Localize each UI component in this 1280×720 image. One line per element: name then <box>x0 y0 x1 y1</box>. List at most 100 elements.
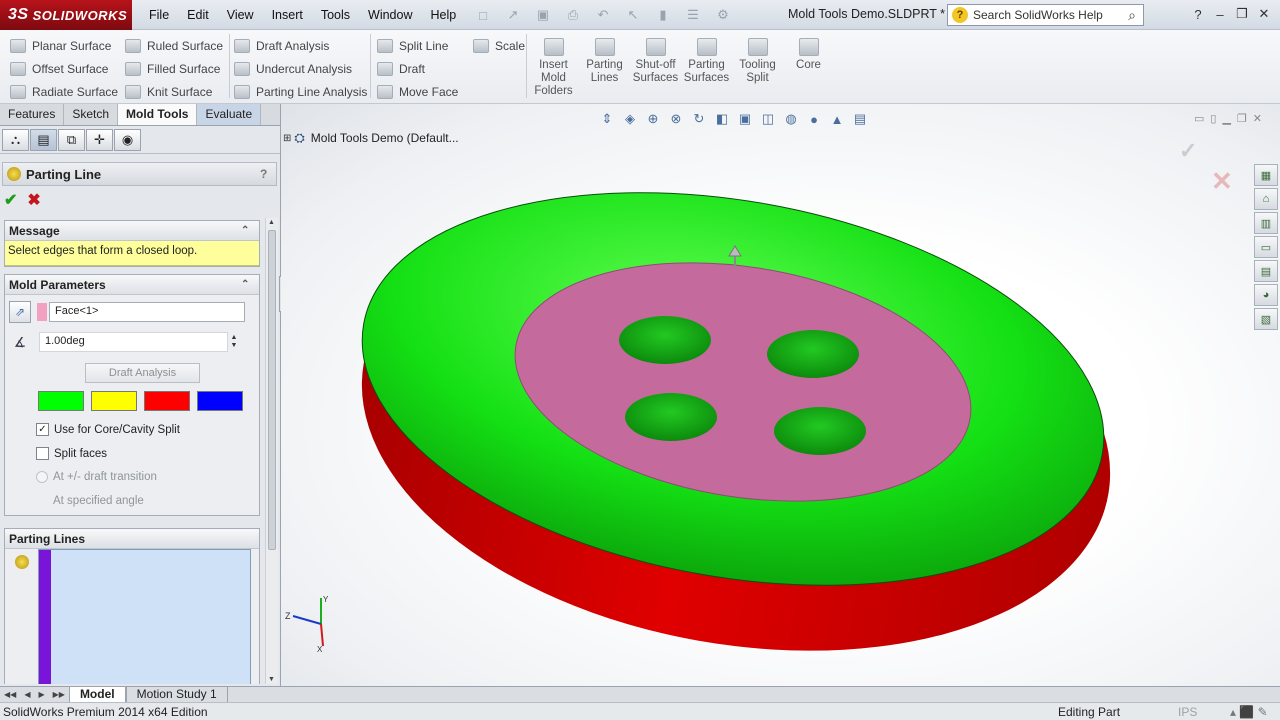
menu-tools[interactable]: Tools <box>312 8 359 22</box>
undercut-analysis-button[interactable]: Undercut Analysis <box>224 57 367 80</box>
configuration-manager-icon[interactable]: ⧉ <box>58 128 85 151</box>
draft-analysis-button[interactable]: Draft Analysis <box>224 34 367 57</box>
help-icon[interactable]: ? <box>260 167 276 181</box>
draft-angle-field[interactable]: 1.00deg <box>39 332 228 352</box>
graphics-area[interactable]: ⊞ ⛭ Mold Tools Demo (Default... ⇕ ◈ ⊕ ⊗ … <box>281 104 1280 686</box>
spin-down-icon[interactable]: ▼ <box>231 342 238 350</box>
straddle-faces-color[interactable] <box>197 391 243 411</box>
menu-edit[interactable]: Edit <box>178 8 218 22</box>
tab-mold-tools[interactable]: Mold Tools <box>118 104 198 125</box>
hole[interactable] <box>774 407 866 455</box>
help-search-input[interactable]: Search SolidWorks Help <box>973 8 1121 22</box>
scroll-down-icon[interactable]: ▼ <box>268 676 275 683</box>
requires-draft-color[interactable] <box>91 391 137 411</box>
select-icon[interactable]: ↖ <box>620 5 646 25</box>
draft-button[interactable]: Draft <box>367 57 458 80</box>
units-indicator[interactable]: IPS <box>1178 705 1230 719</box>
parting-surfaces-button[interactable]: Parting Surfaces <box>681 38 732 98</box>
last-tab-icon[interactable]: ▶▶ <box>49 690 69 699</box>
draft-analysis-button[interactable]: Draft Analysis <box>85 363 200 383</box>
minimize-icon[interactable]: – <box>1210 4 1230 24</box>
reverse-direction-icon[interactable]: ⇗ <box>9 301 31 323</box>
menu-insert[interactable]: Insert <box>263 8 312 22</box>
search-icon[interactable]: ⌕ <box>1121 7 1143 24</box>
solidworks-resources-icon[interactable]: ▦ <box>1254 164 1278 186</box>
design-library-icon[interactable]: ▥ <box>1254 212 1278 234</box>
mold-parameters-header[interactable]: Mold Parameters ⌃ <box>5 275 259 295</box>
file-properties-icon[interactable]: ☰ <box>680 5 706 25</box>
menu-view[interactable]: View <box>218 8 263 22</box>
insert-mold-folders-button[interactable]: Insert Mold Folders <box>528 38 579 98</box>
parting-lines-header[interactable]: Parting Lines <box>5 529 259 549</box>
options-icon[interactable]: ⚙ <box>710 5 736 25</box>
prev-tab-icon[interactable]: ◀ <box>20 690 34 699</box>
filled-surface-button[interactable]: Filled Surface <box>115 57 223 80</box>
ok-check-icon[interactable]: ✔ <box>4 190 17 210</box>
close-icon[interactable]: ✕ <box>1254 4 1274 24</box>
menu-file[interactable]: File <box>140 8 178 22</box>
shut-off-surfaces-button[interactable]: Shut-off Surfaces <box>630 38 681 98</box>
save-icon[interactable]: ▣ <box>530 5 556 25</box>
help-search-box[interactable]: ? Search SolidWorks Help ⌕ <box>947 4 1144 26</box>
appearances-icon[interactable]: ◕ <box>1254 284 1278 306</box>
dimxpert-icon[interactable]: ✛ <box>86 128 113 151</box>
hole[interactable] <box>619 316 711 364</box>
split-line-button[interactable]: Split Line <box>367 34 458 57</box>
tab-model[interactable]: Model <box>68 687 126 702</box>
property-manager-scrollbar[interactable]: ▲ ▼ <box>265 218 278 684</box>
split-faces-row[interactable]: Split faces <box>36 447 107 460</box>
hole[interactable] <box>767 330 859 378</box>
core-button[interactable]: Core <box>783 38 834 98</box>
tab-sketch[interactable]: Sketch <box>64 104 119 125</box>
planar-surface-button[interactable]: Planar Surface <box>0 34 118 57</box>
custom-properties-icon[interactable]: ▧ <box>1254 308 1278 330</box>
positive-draft-color[interactable] <box>38 391 84 411</box>
tab-features[interactable]: Features <box>0 104 65 125</box>
direction-face-field[interactable]: Face<1> <box>49 302 245 322</box>
feature-tree-icon[interactable]: ⛬ <box>2 128 29 151</box>
scale-button[interactable]: Scale <box>463 34 525 57</box>
move-face-button[interactable]: Move Face <box>367 80 458 103</box>
split-faces-checkbox[interactable] <box>36 447 49 460</box>
scroll-up-icon[interactable]: ▲ <box>268 219 275 226</box>
rebuild-icon[interactable]: ▮ <box>650 5 676 25</box>
use-core-cavity-checkbox[interactable]: ✓ <box>36 423 49 436</box>
angle-spinner[interactable]: ▲ ▼ <box>228 332 240 352</box>
first-tab-icon[interactable]: ◀◀ <box>0 690 20 699</box>
ruled-surface-button[interactable]: Ruled Surface <box>115 34 223 57</box>
home-icon[interactable]: ⌂ <box>1254 188 1278 210</box>
collapse-chevron-icon[interactable]: ⌃ <box>241 225 259 236</box>
parting-lines-button[interactable]: Parting Lines <box>579 38 630 98</box>
display-manager-icon[interactable]: ◉ <box>114 128 141 151</box>
tab-evaluate[interactable]: Evaluate <box>197 104 262 125</box>
open-icon[interactable]: ↗ <box>500 5 526 25</box>
view-palette-icon[interactable]: ▤ <box>1254 260 1278 282</box>
hole[interactable] <box>625 393 717 441</box>
radiate-surface-button[interactable]: Radiate Surface <box>0 80 118 103</box>
tab-motion-study[interactable]: Motion Study 1 <box>125 687 228 702</box>
button-model[interactable] <box>281 104 1280 686</box>
menu-help[interactable]: Help <box>422 8 466 22</box>
status-icons[interactable]: ▴ ⬛ ✎ <box>1230 705 1280 719</box>
parting-line-edges-list[interactable] <box>38 549 251 684</box>
cancel-x-icon[interactable]: ✖ <box>27 190 40 210</box>
offset-surface-button[interactable]: Offset Surface <box>0 57 118 80</box>
undo-icon[interactable]: ↶ <box>590 5 616 25</box>
spin-up-icon[interactable]: ▲ <box>231 334 238 342</box>
scroll-thumb[interactable] <box>268 230 276 550</box>
file-explorer-icon[interactable]: ▭ <box>1254 236 1278 258</box>
collapse-chevron-icon[interactable]: ⌃ <box>241 279 259 290</box>
print-icon[interactable]: ⎙ <box>560 5 586 25</box>
next-tab-icon[interactable]: ▶ <box>34 690 48 699</box>
solidworks-logo[interactable]: 3S SOLIDWORKS <box>0 0 132 30</box>
restore-icon[interactable]: ❐ <box>1232 4 1252 24</box>
menu-window[interactable]: Window <box>359 8 421 22</box>
use-core-cavity-row[interactable]: ✓ Use for Core/Cavity Split <box>36 423 180 436</box>
help-icon[interactable]: ? <box>1188 4 1208 24</box>
property-manager-icon[interactable]: ▤ <box>30 128 57 151</box>
negative-draft-color[interactable] <box>144 391 190 411</box>
message-group-header[interactable]: Message ⌃ <box>5 221 259 241</box>
knit-surface-button[interactable]: Knit Surface <box>115 80 223 103</box>
tooling-split-button[interactable]: Tooling Split <box>732 38 783 98</box>
new-icon[interactable]: □ <box>470 5 496 25</box>
